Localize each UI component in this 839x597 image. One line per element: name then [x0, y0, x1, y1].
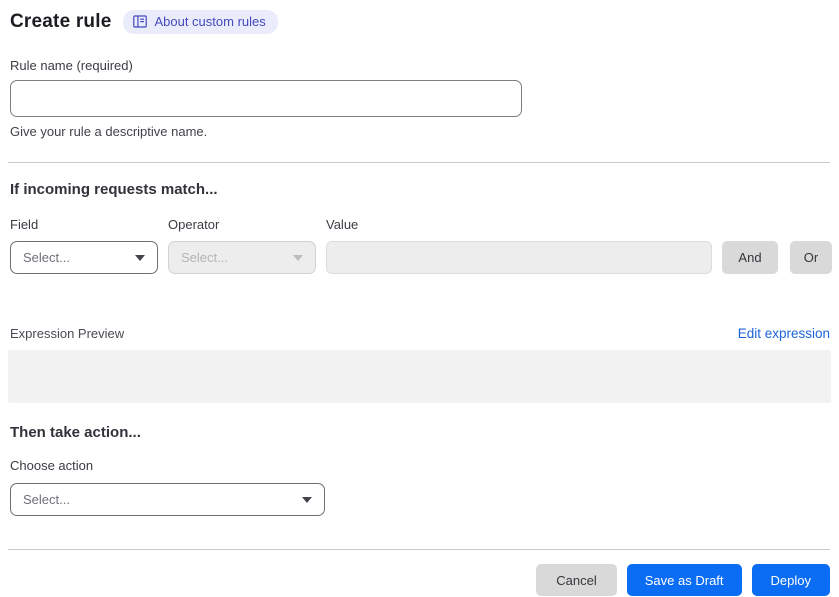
chevron-down-icon [135, 254, 145, 261]
divider [8, 162, 830, 163]
field-select-placeholder: Select... [23, 250, 70, 265]
rule-name-helper: Give your rule a descriptive name. [10, 124, 208, 139]
divider [8, 549, 830, 550]
field-label: Field [10, 217, 39, 232]
choose-action-select[interactable]: Select... [10, 483, 325, 516]
deploy-button[interactable]: Deploy [751, 564, 830, 596]
value-input [326, 241, 712, 274]
header: Create rule About custom rules [10, 10, 830, 34]
create-rule-form: Create rule About custom rules Rule name… [0, 0, 839, 596]
save-as-draft-button[interactable]: Save as Draft [626, 564, 742, 596]
action-section-heading: Then take action... [10, 424, 141, 441]
chevron-down-icon [302, 496, 312, 503]
about-custom-rules-badge[interactable]: About custom rules [123, 10, 278, 34]
operator-select-placeholder: Select... [181, 250, 228, 265]
rule-name-input[interactable] [10, 80, 522, 117]
page-title: Create rule [10, 11, 112, 32]
rule-name-label: Rule name (required) [10, 58, 133, 73]
operator-select: Select... [168, 241, 316, 274]
chevron-down-icon [293, 254, 303, 261]
rule-name-group: Rule name (required) Give your rule a de… [10, 58, 830, 139]
footer-actions: Cancel Save as Draft Deploy [10, 564, 830, 596]
expression-preview-label: Expression Preview [10, 326, 125, 341]
expression-preview-box [8, 350, 831, 403]
field-select[interactable]: Select... [10, 241, 158, 274]
and-button[interactable]: And [722, 241, 778, 274]
expression-preview-header: Expression Preview Edit expression [10, 326, 830, 341]
expression-builder-row: Field Operator Value Select... Select...… [10, 217, 832, 274]
cancel-button[interactable]: Cancel [536, 564, 617, 596]
book-icon [133, 15, 148, 28]
match-section-heading: If incoming requests match... [10, 181, 218, 198]
value-label: Value [326, 217, 359, 232]
edit-expression-link[interactable]: Edit expression [738, 326, 830, 341]
choose-action-placeholder: Select... [23, 492, 70, 507]
choose-action-label: Choose action [10, 458, 94, 473]
badge-label: About custom rules [154, 14, 266, 29]
or-button[interactable]: Or [790, 241, 832, 274]
operator-label: Operator [168, 217, 220, 232]
